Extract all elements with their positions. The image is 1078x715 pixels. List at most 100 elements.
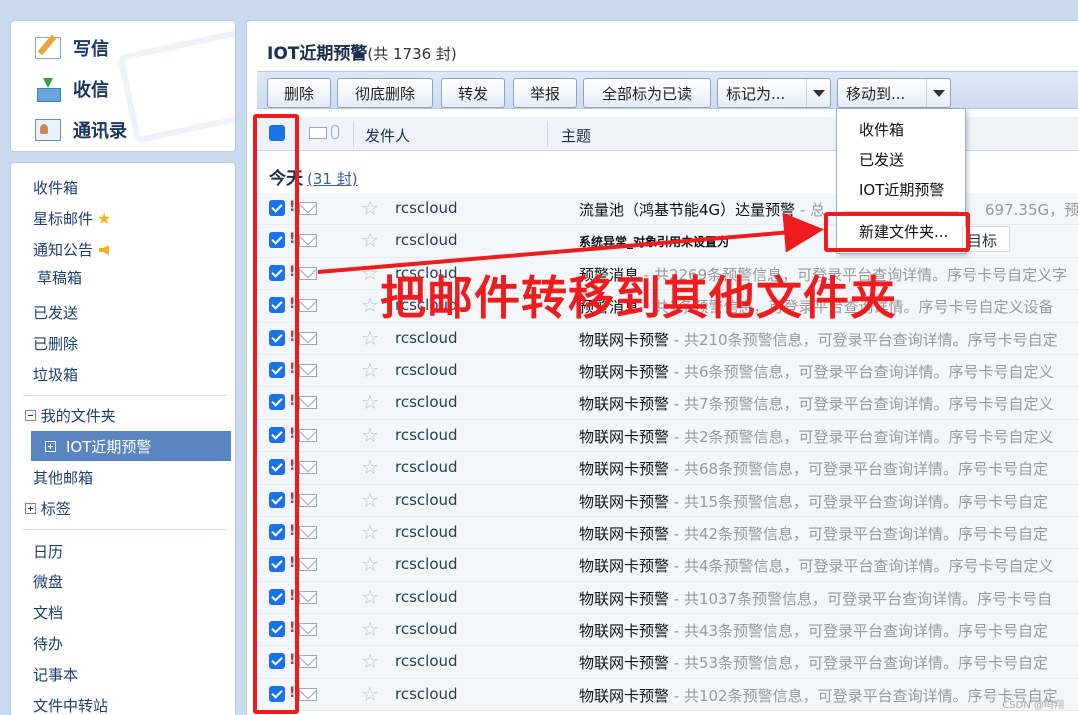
mark-all-read-button[interactable]: 全部标为已读: [583, 78, 711, 108]
mail-row[interactable]: ! ☆ rcscloud 物联网卡预警 - 共15条预警信息，可登录平台查询详情。序号…: [257, 484, 1078, 517]
sidebar-item-notices[interactable]: 通知公告: [33, 239, 110, 260]
toolbar: 删除 彻底删除 转发 举报 全部标为已读 标记为... 移动到...: [257, 71, 1078, 109]
delete-button[interactable]: 删除: [267, 78, 331, 108]
row-subject[interactable]: 物联网卡预警 - 共102条预警信息，可登录平台查询详情。序号卡号自定: [579, 685, 1058, 706]
report-button[interactable]: 举报: [513, 78, 577, 108]
sidebar-tags[interactable]: 标签: [25, 498, 71, 519]
mail-row[interactable]: ! ☆ rcscloud 物联网卡预警 - 共102条预警信息，可登录平台查询详情。序…: [257, 678, 1078, 712]
star-icon[interactable]: ☆: [361, 455, 379, 479]
mail-row[interactable]: ! ☆ rcscloud 物联网卡预警 - 共7条预警信息，可登录平台查询详情。序号卡…: [257, 387, 1078, 420]
star-icon[interactable]: ☆: [361, 520, 379, 544]
sidebar-other-mailboxes[interactable]: 其他邮箱: [33, 467, 93, 488]
folder-count: (共 1736 封): [367, 45, 457, 63]
delete-permanently-button[interactable]: 彻底删除: [337, 78, 433, 108]
sidebar-item-drive[interactable]: 微盘: [33, 571, 63, 592]
mail-row[interactable]: ! ☆ rcscloud 物联网卡预警 - 共1037条预警信息，可登录平台查询详情。…: [257, 581, 1078, 615]
move-to-dropdown[interactable]: 移动到...: [837, 78, 951, 108]
star-icon[interactable]: ☆: [361, 423, 379, 447]
row-subject[interactable]: 流量池（鸿基节能4G）达量预警 - 总: [579, 199, 825, 220]
sidebar-item-inbox[interactable]: 收件箱: [33, 177, 78, 198]
envelope-icon: [299, 687, 317, 701]
row-sender: rcscloud: [395, 328, 458, 347]
menu-item-sent[interactable]: 已发送: [859, 149, 904, 170]
contacts-button[interactable]: 通讯录: [35, 117, 127, 143]
mail-row[interactable]: ! ☆ rcscloud 物联网卡预警 - 共53条预警信息，可登录平台查询详情。序号…: [257, 646, 1078, 679]
row-subject-text: 物联网卡预警: [579, 524, 670, 543]
row-sender: rcscloud: [395, 199, 458, 217]
mail-row[interactable]: ! ☆ rcscloud 物联网卡预警 - 共68条预警信息，可登录平台查询详情。序号…: [257, 452, 1078, 485]
sidebar-item-iot-alerts[interactable]: IOT近期预警: [31, 431, 231, 461]
sidebar-quick-actions: 写信 收信 通讯录: [10, 20, 236, 152]
sidebar-item-calendar[interactable]: 日历: [33, 541, 63, 562]
inbox-download-icon: [35, 78, 61, 102]
sidebar-item-spam[interactable]: 垃圾箱: [33, 364, 78, 385]
row-subject[interactable]: 物联网卡预警 - 共43条预警信息，可登录平台查询详情。序号卡号自定: [579, 620, 1048, 641]
envelope-icon: [299, 299, 317, 313]
mail-row[interactable]: ! ☆ rcscloud 物联网卡预警 - 共42条预警信息，可登录平台查询详情。序号…: [257, 516, 1078, 550]
row-subject[interactable]: 物联网卡预警 - 共1037条预警信息，可登录平台查询详情。序号卡号自: [579, 588, 1052, 609]
envelope-watermark-icon: [117, 28, 235, 144]
row-summary: - 共210条预警信息，可登录平台查询详情。序号卡号自定: [669, 330, 1058, 349]
star-icon[interactable]: ☆: [361, 261, 379, 285]
star-icon[interactable]: ☆: [361, 293, 379, 317]
row-subject[interactable]: 物联网卡预警 - 共7条预警信息，可登录平台查询详情。序号卡号自定义: [579, 393, 1054, 414]
sidebar-divider: [23, 395, 227, 396]
sidebar-item-docs[interactable]: 文档: [33, 602, 63, 623]
star-icon[interactable]: ☆: [361, 390, 379, 414]
sidebar-item-notepad[interactable]: 记事本: [33, 664, 78, 685]
write-mail-button[interactable]: 写信: [35, 35, 109, 61]
group-count-link[interactable]: (31 封): [307, 170, 358, 188]
contacts-label: 通讯录: [73, 121, 127, 142]
star-icon[interactable]: ☆: [361, 196, 379, 220]
folder-title: IOT近期预警: [267, 44, 368, 64]
receive-mail-button[interactable]: 收信: [35, 76, 109, 102]
sidebar-item-iot-alerts-label: IOT近期预警: [66, 437, 152, 456]
star-icon[interactable]: ☆: [361, 358, 379, 382]
star-icon[interactable]: ☆: [361, 488, 379, 512]
watermark-text: CSDN @鸣翔: [1002, 700, 1064, 711]
row-subject[interactable]: 物联网卡预警 - 共4条预警信息，可登录平台查询详情。序号卡号自定义: [579, 555, 1054, 576]
menu-item-inbox[interactable]: 收件箱: [859, 119, 904, 140]
star-icon[interactable]: ☆: [361, 326, 379, 350]
row-subject[interactable]: 物联网卡预警 - 共2条预警信息，可登录平台查询详情。序号卡号自定义: [579, 426, 1054, 447]
sidebar-item-sent[interactable]: 已发送: [33, 302, 78, 323]
star-icon[interactable]: ☆: [361, 682, 379, 706]
sidebar-item-deleted[interactable]: 已删除: [33, 333, 78, 354]
row-subject[interactable]: 物联网卡预警 - 共68条预警信息，可登录平台查询详情。序号卡号自定: [579, 458, 1048, 479]
sidebar-item-todo[interactable]: 待办: [33, 633, 63, 654]
row-summary: - 共43条预警信息，可登录平台查询详情。序号卡号自定: [669, 622, 1049, 641]
sidebar-item-file-transfer[interactable]: 文件中转站: [33, 695, 108, 715]
row-subject-text: 物联网卡预警: [579, 395, 670, 414]
forward-button[interactable]: 转发: [441, 78, 505, 108]
column-divider: [547, 121, 548, 147]
row-sender: rcscloud: [395, 587, 458, 606]
star-icon[interactable]: ☆: [361, 228, 379, 252]
star-icon[interactable]: ☆: [361, 585, 379, 609]
mail-row[interactable]: ! ☆ rcscloud 物联网卡预警 - 共2条预警信息，可登录平台查询详情。序号卡…: [257, 419, 1078, 453]
row-subject-text: 物联网卡预警: [579, 492, 670, 511]
sidebar-my-folders[interactable]: 我的文件夹: [25, 405, 116, 426]
row-subject[interactable]: 物联网卡预警 - 共15条预警信息，可登录平台查询详情。序号卡号自定: [579, 491, 1048, 512]
subject-column-header[interactable]: 主题: [561, 125, 591, 146]
sidebar-my-folders-label: 我的文件夹: [40, 407, 116, 425]
mail-row[interactable]: ! ☆ rcscloud 物联网卡预警 - 共6条预警信息，可登录平台查询详情。序号卡…: [257, 354, 1078, 388]
row-subject[interactable]: 物联网卡预警 - 共42条预警信息，可登录平台查询详情。序号卡号自定: [579, 523, 1048, 544]
row-sender: rcscloud: [395, 652, 458, 671]
star-icon[interactable]: ☆: [361, 617, 379, 641]
star-icon[interactable]: ☆: [361, 649, 379, 673]
row-summary: - 总: [795, 201, 826, 219]
row-subject[interactable]: 物联网卡预警 - 共6条预警信息，可登录平台查询详情。序号卡号自定义: [579, 361, 1054, 382]
mail-row[interactable]: ! ☆ rcscloud 物联网卡预警 - 共43条预警信息，可登录平台查询详情。序号…: [257, 614, 1078, 647]
column-divider: [353, 121, 354, 147]
sender-column-header[interactable]: 发件人: [365, 125, 410, 146]
row-subject[interactable]: 系统异常_对象引用未设置为: [579, 233, 729, 250]
sidebar-item-starred[interactable]: 星标邮件 ★: [33, 208, 111, 229]
star-icon[interactable]: ☆: [361, 552, 379, 576]
menu-item-iot-alerts[interactable]: IOT近期预警: [859, 179, 944, 200]
row-subject[interactable]: 物联网卡预警 - 共53条预警信息，可登录平台查询详情。序号卡号自定: [579, 652, 1048, 673]
sidebar-item-drafts[interactable]: 草稿箱: [37, 267, 82, 288]
mail-row[interactable]: ! ☆ rcscloud 物联网卡预警 - 共4条预警信息，可登录平台查询详情。序号卡…: [257, 549, 1078, 582]
mark-as-dropdown[interactable]: 标记为...: [717, 78, 831, 108]
row-subject[interactable]: 物联网卡预警 - 共210条预警信息，可登录平台查询详情。序号卡号自定: [579, 329, 1058, 350]
row-subject-text: 物联网卡预警: [579, 427, 670, 446]
